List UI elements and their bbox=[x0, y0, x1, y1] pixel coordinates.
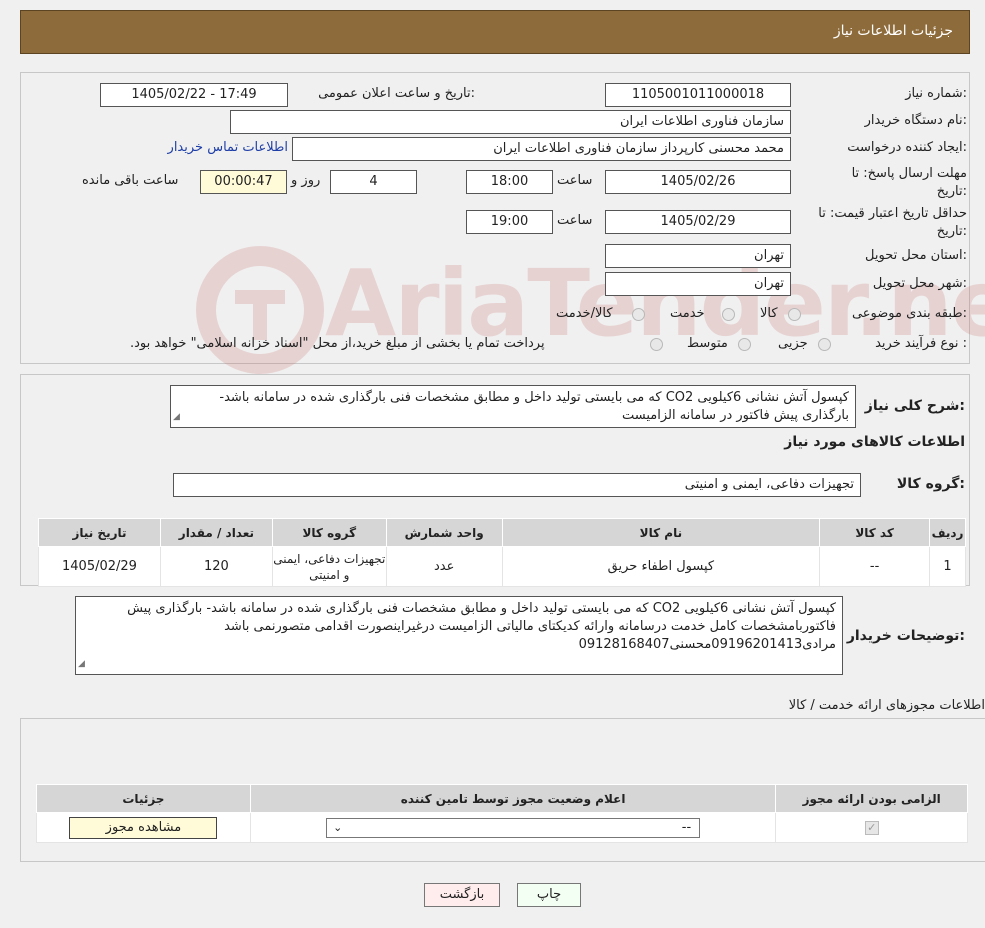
remaining-time-field: 00:00:47 bbox=[200, 170, 287, 194]
table-row: 1 -- کپسول اطفاء حریق عدد تجهیزات دفاعی،… bbox=[38, 546, 966, 587]
province-field: تهران bbox=[605, 244, 791, 268]
print-button[interactable]: چاپ bbox=[517, 883, 581, 907]
permits-title: اطلاعات مجوزهای ارائه خدمت / کالا bbox=[788, 698, 985, 713]
purchase-medium-label: متوسط bbox=[687, 336, 728, 351]
creator-field: محمد محسنی کارپرداز سازمان فناوری اطلاعا… bbox=[292, 137, 791, 161]
category-radio-goods[interactable] bbox=[788, 308, 801, 321]
cell-row: 1 bbox=[929, 546, 966, 587]
col-status: اعلام وضعیت مجوز توسط تامین کننده bbox=[249, 784, 777, 813]
table-row: ✓ -- ⌄ مشاهده مجوز bbox=[36, 812, 968, 843]
permit-status-value: -- bbox=[681, 819, 692, 835]
description-text: کپسول آتش نشانی 6کیلویی CO2 که می بایستی… bbox=[170, 385, 856, 428]
buyer-notes-label: توضیحات خریدار: bbox=[846, 628, 965, 644]
city-label: شهر محل تحویل: bbox=[872, 276, 967, 291]
permits-table-header: الزامی بودن ارائه مجوز اعلام وضعیت مجوز … bbox=[36, 784, 968, 813]
goods-table-header: ردیف کد کالا نام کالا واحد شمارش گروه کا… bbox=[38, 518, 966, 547]
cell-qty: 120 bbox=[159, 546, 273, 587]
back-button[interactable]: بازگشت bbox=[424, 883, 500, 907]
goods-group-field: تجهیزات دفاعی، ایمنی و امنیتی bbox=[173, 473, 861, 497]
category-goods-label: کالا bbox=[760, 306, 778, 321]
buyer-notes-content: کپسول آتش نشانی 6کیلویی CO2 که می بایستی… bbox=[127, 601, 836, 652]
deadline-label: مهلت ارسال پاسخ: تا bbox=[851, 166, 967, 181]
cell-required: ✓ bbox=[775, 812, 968, 843]
cell-group: تجهیزات دفاعی، ایمنی و امنیتی bbox=[271, 546, 387, 587]
col-unit: واحد شمارش bbox=[385, 518, 503, 547]
cell-date: 1405/02/29 bbox=[38, 546, 161, 587]
creator-label: ایجاد کننده درخواست: bbox=[847, 140, 967, 155]
deadline-time-field: 18:00 bbox=[466, 170, 553, 194]
category-service-label: خدمت bbox=[670, 306, 705, 321]
cell-unit: عدد bbox=[385, 546, 503, 587]
purchase-minor-label: جزیی bbox=[778, 336, 808, 351]
category-label: طبقه بندی موضوعی: bbox=[851, 306, 967, 321]
cell-name: کپسول اطفاء حریق bbox=[501, 546, 821, 587]
days-field: 4 bbox=[330, 170, 417, 194]
required-checkbox[interactable]: ✓ bbox=[864, 821, 879, 835]
validity-label: حداقل تاریخ اعتبار قیمت: تا bbox=[818, 206, 967, 221]
page-title: جزئیات اطلاعات نیاز bbox=[833, 23, 953, 39]
category-radio-service[interactable] bbox=[722, 308, 735, 321]
description-content: کپسول آتش نشانی 6کیلویی CO2 که می بایستی… bbox=[219, 390, 849, 423]
days-label: روز و bbox=[291, 173, 321, 188]
announce-field: 1405/02/22 - 17:49 bbox=[100, 83, 288, 107]
chevron-down-icon: ⌄ bbox=[333, 820, 343, 834]
validity-time-field: 19:00 bbox=[466, 210, 553, 234]
col-date: تاریخ نیاز bbox=[38, 518, 161, 547]
goods-table: ردیف کد کالا نام کالا واحد شمارش گروه کا… bbox=[38, 518, 966, 587]
buyer-org-field: سازمان فناوری اطلاعات ایران bbox=[230, 110, 791, 134]
col-required: الزامی بودن ارائه مجوز bbox=[775, 784, 968, 813]
permit-status-select[interactable]: -- ⌄ bbox=[326, 817, 701, 838]
col-row: ردیف bbox=[929, 518, 966, 547]
permits-table: الزامی بودن ارائه مجوز اعلام وضعیت مجوز … bbox=[36, 784, 968, 843]
validity-time-label: ساعت bbox=[557, 213, 593, 228]
deadline-time-label: ساعت bbox=[557, 173, 593, 188]
col-name: نام کالا bbox=[501, 518, 821, 547]
category-radio-both[interactable] bbox=[632, 308, 645, 321]
purchase-radio-treasury[interactable] bbox=[650, 338, 663, 351]
need-number-field: 1105001011000018 bbox=[605, 83, 791, 107]
purchase-radio-medium[interactable] bbox=[738, 338, 751, 351]
cell-details: مشاهده مجوز bbox=[36, 812, 251, 843]
description-label: شرح کلی نیاز: bbox=[864, 398, 965, 414]
deadline-date-field: 1405/02/26 bbox=[605, 170, 791, 194]
deadline-label-2: تاریخ: bbox=[936, 184, 967, 199]
page-header: جزئیات اطلاعات نیاز bbox=[20, 10, 970, 54]
validity-label-2: تاریخ: bbox=[936, 224, 967, 239]
goods-info-title: اطلاعات کالاهای مورد نیاز bbox=[784, 434, 965, 450]
remaining-label: ساعت باقی مانده bbox=[82, 173, 179, 188]
purchase-radio-minor[interactable] bbox=[818, 338, 831, 351]
buyer-notes-text: کپسول آتش نشانی 6کیلویی CO2 که می بایستی… bbox=[75, 596, 843, 675]
contact-buyer-link[interactable]: اطلاعات تماس خریدار bbox=[168, 140, 288, 155]
resize-grip-icon[interactable]: ◢ bbox=[173, 408, 180, 426]
announce-label: تاریخ و ساعت اعلان عمومی: bbox=[318, 86, 475, 101]
city-field: تهران bbox=[605, 272, 791, 296]
col-qty: تعداد / مقدار bbox=[159, 518, 273, 547]
goods-group-label: گروه کالا: bbox=[896, 476, 965, 492]
cell-status: -- ⌄ bbox=[249, 812, 777, 843]
buyer-org-label: نام دستگاه خریدار: bbox=[864, 113, 967, 128]
need-number-label: شماره نیاز: bbox=[905, 86, 967, 101]
cell-code: -- bbox=[819, 546, 931, 587]
resize-grip-icon[interactable]: ◢ bbox=[78, 655, 85, 673]
col-details: جزئیات bbox=[36, 784, 251, 813]
province-label: استان محل تحویل: bbox=[865, 248, 967, 263]
category-both-label: کالا/خدمت bbox=[556, 306, 613, 321]
validity-date-field: 1405/02/29 bbox=[605, 210, 791, 234]
purchase-note: پرداخت تمام یا بخشی از مبلغ خرید،از محل … bbox=[130, 336, 545, 351]
col-group: گروه کالا bbox=[271, 518, 387, 547]
purchase-type-label: نوع فرآیند خرید : bbox=[875, 336, 967, 351]
view-permit-button[interactable]: مشاهده مجوز bbox=[69, 816, 218, 839]
col-code: کد کالا bbox=[819, 518, 931, 547]
